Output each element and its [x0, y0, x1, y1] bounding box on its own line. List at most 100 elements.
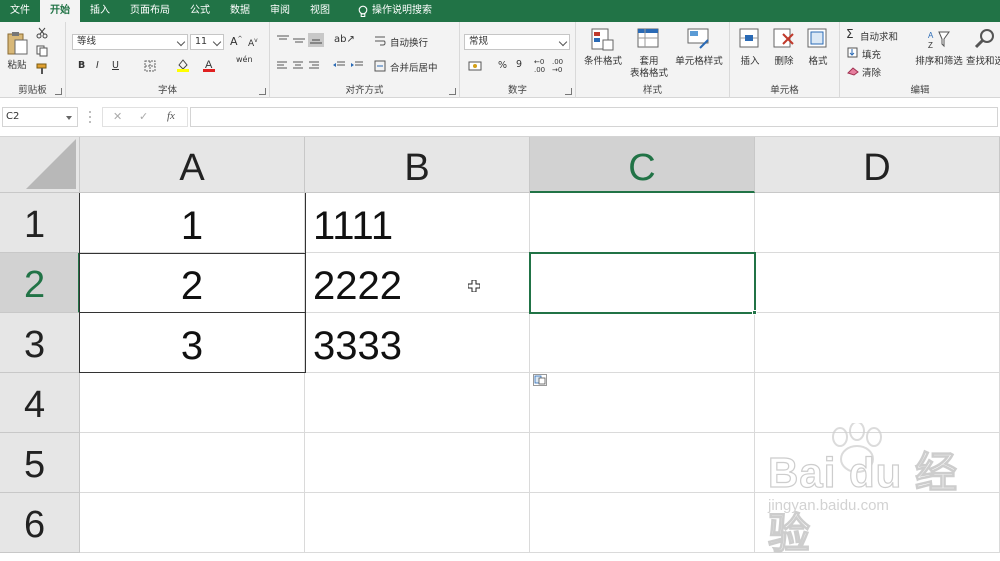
cell-b2[interactable]: 2222 [305, 253, 530, 313]
insert-function-icon[interactable]: fx [167, 110, 175, 122]
increase-font-icon[interactable]: A^ [230, 35, 243, 48]
clear-button[interactable]: 清除 [862, 65, 881, 79]
decrease-indent-icon[interactable] [332, 60, 346, 72]
cell-c4[interactable] [530, 373, 755, 433]
align-center-icon[interactable] [292, 60, 304, 72]
underline-button[interactable]: U [112, 60, 119, 71]
cell-d3[interactable] [755, 313, 1000, 373]
delete-cells-button[interactable]: 删除 [768, 26, 800, 82]
tab-formulas[interactable]: 公式 [180, 0, 220, 22]
percent-button[interactable]: % [498, 60, 507, 71]
increase-decimal-icon[interactable]: ←0.00 [534, 58, 545, 74]
wrap-text-icon[interactable] [374, 35, 386, 47]
column-header-b[interactable]: B [305, 137, 530, 193]
format-as-table-button[interactable]: 套用 表格格式 [626, 26, 672, 82]
row-header-4[interactable]: 4 [0, 373, 80, 433]
find-select-button[interactable]: 查找和选 [966, 26, 1000, 82]
paste-button[interactable]: 粘贴 [4, 28, 30, 78]
cell-d2[interactable] [755, 253, 1000, 313]
border-icon[interactable] [144, 60, 156, 72]
eraser-icon[interactable] [847, 66, 859, 76]
insert-cells-button[interactable]: 插入 [734, 26, 766, 82]
fill-color-icon[interactable] [176, 58, 190, 72]
align-middle-icon[interactable] [292, 34, 306, 46]
cell-b4[interactable] [305, 373, 530, 433]
number-launcher-icon[interactable] [565, 88, 572, 95]
active-cell-outline [529, 252, 756, 314]
tab-home[interactable]: 开始 [40, 0, 80, 22]
merge-center-button[interactable]: 合并后居中 [390, 60, 438, 74]
cell-c1[interactable] [530, 193, 755, 253]
conditional-format-button[interactable]: 条件格式 [580, 26, 626, 82]
number-format-dropdown[interactable]: 常规 [464, 34, 570, 50]
row-header-3[interactable]: 3 [0, 313, 80, 373]
row-header-2[interactable]: 2 [0, 253, 80, 313]
row-header-1[interactable]: 1 [0, 193, 80, 253]
font-color-icon[interactable]: A [202, 58, 216, 72]
tab-data[interactable]: 数据 [220, 0, 260, 22]
cell-c5[interactable] [530, 433, 755, 493]
tab-review[interactable]: 审阅 [260, 0, 300, 22]
comma-button[interactable]: 9 [516, 59, 522, 70]
fill-handle[interactable] [752, 310, 757, 315]
cell-c6[interactable] [530, 493, 755, 553]
cell-b1[interactable]: 1111 [305, 193, 530, 253]
column-header-a[interactable]: A [80, 137, 305, 193]
cell-styles-button[interactable]: 单元格样式 [672, 26, 726, 82]
table-format-label-1: 套用 [639, 56, 659, 67]
cell-b5[interactable] [305, 433, 530, 493]
copy-icon[interactable] [36, 45, 50, 57]
row-header-6[interactable]: 6 [0, 493, 80, 553]
cell-b6[interactable] [305, 493, 530, 553]
cut-icon[interactable] [36, 27, 48, 39]
merge-center-icon[interactable] [374, 60, 386, 72]
cell-d1[interactable] [755, 193, 1000, 253]
alignment-launcher-icon[interactable] [449, 88, 456, 95]
align-left-icon[interactable] [276, 60, 288, 72]
sort-filter-button[interactable]: A Z 排序和筛选 [914, 26, 964, 82]
cell-b3[interactable]: 3333 [305, 313, 530, 373]
tab-view[interactable]: 视图 [300, 0, 340, 22]
tab-insert[interactable]: 插入 [80, 0, 120, 22]
tab-file[interactable]: 文件 [0, 0, 40, 22]
tell-me-search[interactable]: 操作说明搜索 [340, 0, 442, 22]
cell-c3[interactable] [530, 313, 755, 373]
fill-button[interactable]: 填充 [862, 47, 881, 61]
paste-options-icon[interactable] [533, 374, 547, 386]
cancel-icon[interactable]: ✕ [113, 110, 122, 123]
format-painter-icon[interactable] [36, 63, 50, 75]
wrap-text-button[interactable]: 自动换行 [390, 35, 428, 49]
align-right-icon[interactable] [308, 60, 320, 72]
formula-input[interactable] [190, 107, 998, 127]
font-size-dropdown[interactable]: 11 [190, 34, 224, 50]
chevron-down-icon [66, 116, 72, 120]
enter-icon[interactable]: ✓ [139, 110, 148, 123]
font-name-dropdown[interactable]: 等线 [72, 34, 188, 50]
align-bottom-icon[interactable] [308, 33, 324, 47]
orientation-icon[interactable]: ab↗ [334, 34, 355, 45]
cell-a5[interactable] [80, 433, 305, 493]
decrease-decimal-icon[interactable]: .00 →0 [552, 58, 563, 74]
tab-page-layout[interactable]: 页面布局 [120, 0, 180, 22]
font-launcher-icon[interactable] [259, 88, 266, 95]
autosum-button[interactable]: 自动求和 [860, 29, 898, 43]
ribbon-tab-bar: 文件 开始 插入 页面布局 公式 数据 审阅 视图 操作说明搜索 [0, 0, 1000, 22]
name-box[interactable]: C2 [2, 107, 78, 127]
format-cells-button[interactable]: 格式 [802, 26, 834, 82]
fill-icon[interactable] [847, 47, 858, 58]
italic-button[interactable]: I [96, 60, 99, 71]
increase-indent-icon[interactable] [350, 60, 364, 72]
decrease-font-icon[interactable]: Av [248, 37, 258, 49]
currency-icon[interactable] [468, 60, 482, 72]
cell-a6[interactable] [80, 493, 305, 553]
autosum-icon[interactable]: Σ [846, 27, 854, 41]
align-top-icon[interactable] [276, 34, 290, 46]
phonetic-guide-button[interactable]: wén [236, 55, 253, 64]
bold-button[interactable]: B [78, 60, 85, 71]
column-header-d[interactable]: D [755, 137, 1000, 193]
row-header-5[interactable]: 5 [0, 433, 80, 493]
cell-a4[interactable] [80, 373, 305, 433]
column-header-c[interactable]: C [530, 137, 755, 193]
clipboard-launcher-icon[interactable] [55, 88, 62, 95]
select-all-button[interactable] [0, 137, 80, 193]
